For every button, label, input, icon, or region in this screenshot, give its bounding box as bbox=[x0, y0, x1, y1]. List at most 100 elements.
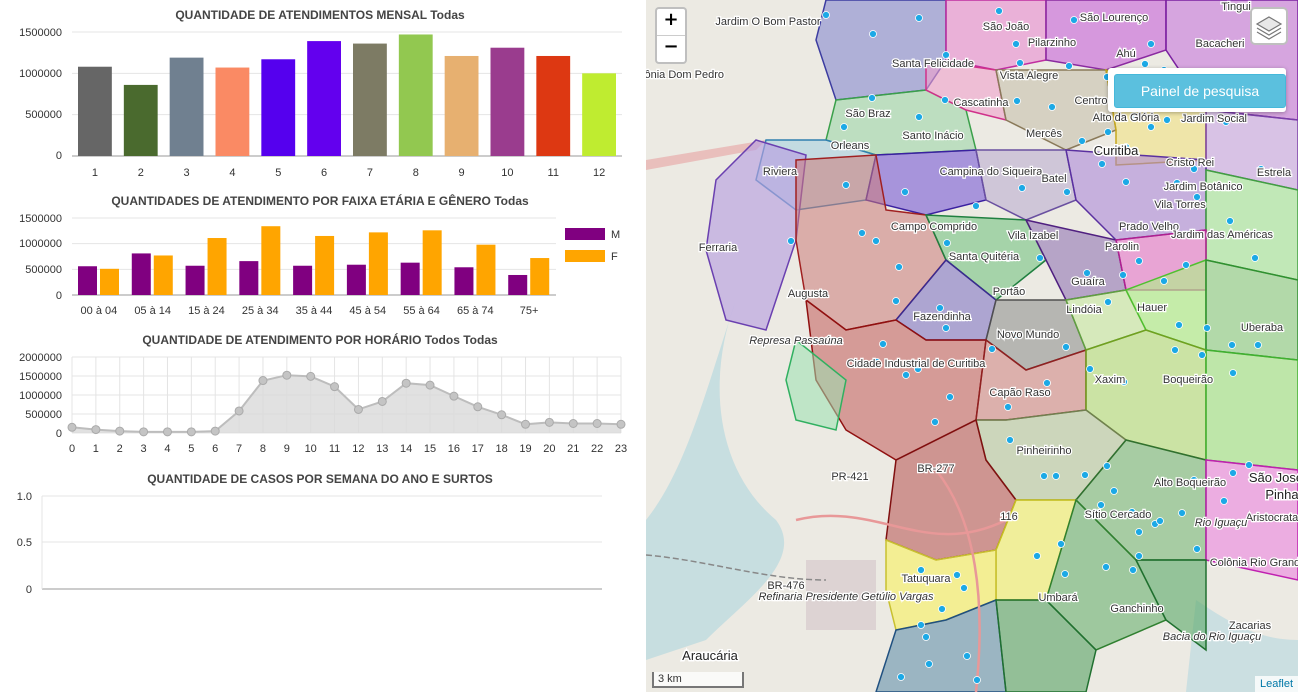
health-unit-marker[interactable] bbox=[1016, 59, 1024, 67]
monthly-bar[interactable] bbox=[261, 59, 296, 156]
health-unit-marker[interactable] bbox=[973, 676, 981, 684]
health-unit-marker[interactable] bbox=[1070, 16, 1078, 24]
health-unit-marker[interactable] bbox=[941, 96, 949, 104]
health-unit-marker[interactable] bbox=[1129, 566, 1137, 574]
health-unit-marker[interactable] bbox=[1147, 123, 1155, 131]
hourly-point[interactable] bbox=[306, 371, 316, 381]
hourly-point[interactable] bbox=[282, 370, 292, 380]
age-gender-bar-f[interactable] bbox=[100, 268, 119, 295]
health-unit-marker[interactable] bbox=[1229, 469, 1237, 477]
age-gender-bar-m[interactable] bbox=[131, 253, 151, 295]
health-unit-marker[interactable] bbox=[942, 324, 950, 332]
health-unit-marker[interactable] bbox=[1178, 509, 1186, 517]
age-gender-bar-f[interactable] bbox=[315, 235, 335, 295]
health-unit-marker[interactable] bbox=[1226, 217, 1234, 225]
health-unit-marker[interactable] bbox=[1245, 461, 1253, 469]
health-unit-marker[interactable] bbox=[1048, 103, 1056, 111]
health-unit-marker[interactable] bbox=[917, 621, 925, 629]
health-unit-marker[interactable] bbox=[1043, 379, 1051, 387]
health-unit-marker[interactable] bbox=[1175, 321, 1183, 329]
age-gender-bar-f[interactable] bbox=[207, 238, 227, 295]
age-gender-bar-m[interactable] bbox=[78, 266, 97, 295]
health-unit-marker[interactable] bbox=[787, 237, 795, 245]
health-unit-marker[interactable] bbox=[1203, 324, 1211, 332]
monthly-bar[interactable] bbox=[123, 84, 158, 156]
health-unit-marker[interactable] bbox=[915, 113, 923, 121]
health-unit-marker[interactable] bbox=[1193, 545, 1201, 553]
hourly-point[interactable] bbox=[67, 422, 77, 432]
health-unit-marker[interactable] bbox=[897, 673, 905, 681]
hourly-point[interactable] bbox=[258, 376, 268, 386]
hourly-point[interactable] bbox=[91, 425, 101, 435]
health-unit-marker[interactable] bbox=[938, 605, 946, 613]
health-unit-marker[interactable] bbox=[902, 371, 910, 379]
health-unit-marker[interactable] bbox=[1013, 97, 1021, 105]
health-unit-marker[interactable] bbox=[1057, 540, 1065, 548]
health-unit-marker[interactable] bbox=[1086, 365, 1094, 373]
hourly-point[interactable] bbox=[473, 402, 483, 412]
health-unit-marker[interactable] bbox=[895, 263, 903, 271]
health-unit-marker[interactable] bbox=[1160, 277, 1168, 285]
health-unit-marker[interactable] bbox=[1135, 552, 1143, 560]
health-unit-marker[interactable] bbox=[1006, 436, 1014, 444]
hourly-point[interactable] bbox=[353, 404, 363, 414]
search-panel-button[interactable]: Painel de pesquisa bbox=[1114, 74, 1286, 108]
monthly-bar[interactable] bbox=[536, 55, 571, 157]
health-unit-marker[interactable] bbox=[1228, 341, 1236, 349]
monthly-bar[interactable] bbox=[307, 41, 341, 156]
monthly-bar[interactable] bbox=[78, 66, 112, 156]
hourly-point[interactable] bbox=[186, 427, 196, 437]
health-unit-marker[interactable] bbox=[868, 94, 876, 102]
health-unit-marker[interactable] bbox=[1033, 552, 1041, 560]
health-unit-marker[interactable] bbox=[1097, 501, 1105, 509]
hourly-point[interactable] bbox=[544, 417, 554, 427]
health-unit-marker[interactable] bbox=[1104, 298, 1112, 306]
hourly-point[interactable] bbox=[425, 380, 435, 390]
hourly-point[interactable] bbox=[616, 419, 626, 429]
health-unit-marker[interactable] bbox=[1012, 40, 1020, 48]
age-gender-bar-m[interactable] bbox=[400, 262, 420, 295]
health-unit-marker[interactable] bbox=[1081, 471, 1089, 479]
health-unit-marker[interactable] bbox=[988, 345, 996, 353]
age-gender-bar-m[interactable] bbox=[346, 264, 366, 295]
zoom-out-button[interactable]: − bbox=[657, 35, 685, 62]
hourly-point[interactable] bbox=[162, 427, 172, 437]
health-unit-marker[interactable] bbox=[1163, 116, 1171, 124]
health-unit-marker[interactable] bbox=[1135, 528, 1143, 536]
attribution-link[interactable]: Leaflet bbox=[1254, 676, 1298, 692]
health-unit-marker[interactable] bbox=[1078, 137, 1086, 145]
health-unit-marker[interactable] bbox=[1102, 563, 1110, 571]
health-unit-marker[interactable] bbox=[1063, 188, 1071, 196]
health-unit-marker[interactable] bbox=[1004, 403, 1012, 411]
district-polygon[interactable] bbox=[1045, 0, 1167, 71]
health-unit-marker[interactable] bbox=[1254, 341, 1262, 349]
health-unit-marker[interactable] bbox=[1098, 160, 1106, 168]
health-unit-marker[interactable] bbox=[925, 660, 933, 668]
health-unit-marker[interactable] bbox=[1171, 346, 1179, 354]
monthly-bar[interactable] bbox=[398, 34, 433, 157]
health-unit-marker[interactable] bbox=[995, 7, 1003, 15]
health-unit-marker[interactable] bbox=[901, 188, 909, 196]
health-unit-marker[interactable] bbox=[1052, 472, 1060, 480]
health-unit-marker[interactable] bbox=[1065, 62, 1073, 70]
health-unit-marker[interactable] bbox=[972, 202, 980, 210]
age-gender-bar-f[interactable] bbox=[368, 232, 388, 295]
hourly-point[interactable] bbox=[210, 426, 220, 436]
health-unit-marker[interactable] bbox=[946, 393, 954, 401]
hourly-point[interactable] bbox=[521, 419, 531, 429]
district-polygon[interactable] bbox=[975, 149, 1077, 221]
hourly-point[interactable] bbox=[139, 427, 149, 437]
hourly-point[interactable] bbox=[377, 396, 387, 406]
hourly-point[interactable] bbox=[234, 406, 244, 416]
health-unit-marker[interactable] bbox=[1182, 261, 1190, 269]
map[interactable]: Jardim O Bom Pastor São João São Lourenç… bbox=[646, 0, 1298, 692]
health-unit-marker[interactable] bbox=[1103, 462, 1111, 470]
hourly-point[interactable] bbox=[401, 378, 411, 388]
health-unit-marker[interactable] bbox=[842, 181, 850, 189]
age-gender-bar-f[interactable] bbox=[153, 255, 173, 295]
monthly-bar[interactable] bbox=[215, 67, 250, 156]
hourly-point[interactable] bbox=[568, 419, 578, 428]
health-unit-marker[interactable] bbox=[1119, 271, 1127, 279]
age-gender-bar-m[interactable] bbox=[454, 267, 474, 295]
hourly-point[interactable] bbox=[497, 410, 507, 420]
